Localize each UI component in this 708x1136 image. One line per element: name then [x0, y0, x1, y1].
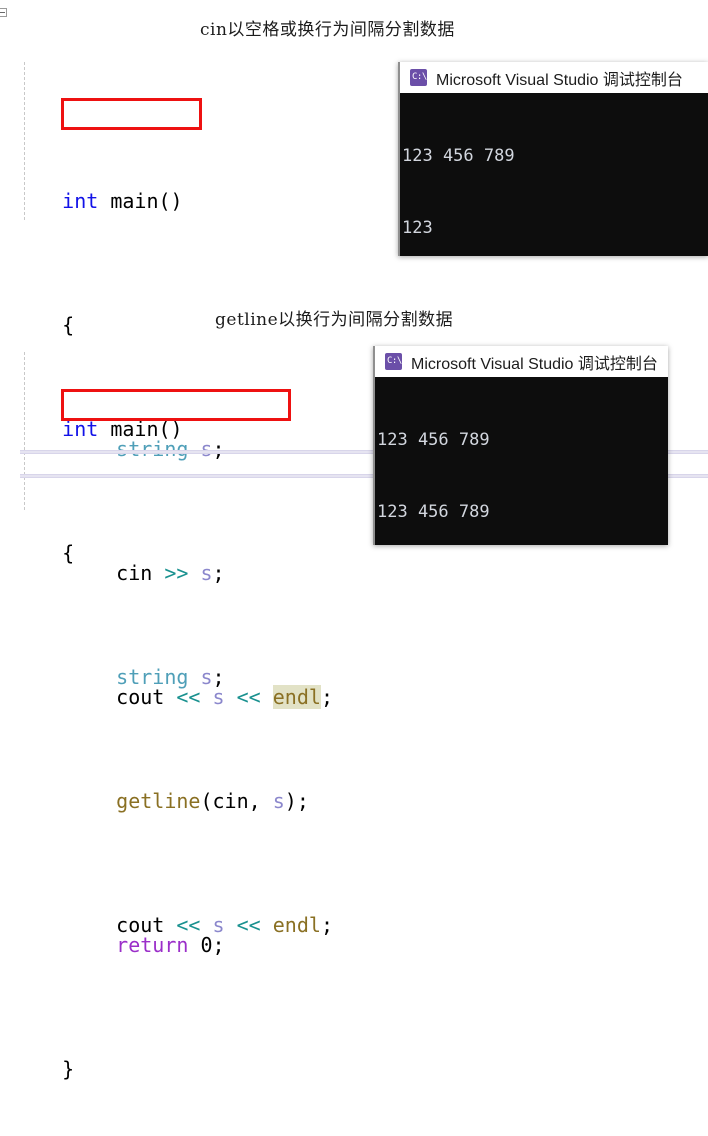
code-block-getline: int main() { string s; getline(cin, s); …: [0, 290, 420, 1136]
token-insertion-operator: <<: [176, 913, 201, 937]
token-string-type: string: [116, 665, 189, 689]
console-title: Microsoft Visual Studio 调试控制台: [436, 71, 683, 89]
token-var-s: s: [200, 665, 213, 689]
annotation-getline-note: getline以换行为间隔分割数据: [215, 310, 454, 330]
token-var-s: s: [212, 913, 225, 937]
console-app-icon-text: C:\: [387, 356, 402, 366]
token-main: main(): [98, 189, 183, 213]
token-getline: getline: [116, 789, 201, 813]
token-var-s: s: [272, 789, 285, 813]
console-window-left-edge: [373, 346, 375, 545]
token-paren-close: ): [284, 789, 297, 813]
token-main: main(): [98, 417, 183, 441]
console-titlebar[interactable]: C:\ Microsoft Visual Studio 调试控制台: [398, 62, 708, 93]
annotation-cin-note: cin以空格或换行为间隔分割数据: [200, 20, 455, 40]
token-semicolon: ;: [320, 913, 333, 937]
code-line-cout-print: cout << s << endl;: [0, 879, 420, 937]
console-window-getline[interactable]: C:\ Microsoft Visual Studio 调试控制台 123 45…: [373, 346, 668, 545]
console-app-icon: C:\: [385, 353, 402, 370]
console-output-area[interactable]: 123 456 789 123 456 789 D:\2022code\2.11…: [373, 377, 662, 545]
console-window-cin[interactable]: C:\ Microsoft Visual Studio 调试控制台 123 45…: [398, 62, 708, 256]
token-paren-open: (: [200, 789, 213, 813]
code-line-main-signature: int main(): [0, 383, 420, 441]
console-window-left-edge: [398, 62, 400, 256]
token-blank: [62, 1037, 74, 1061]
indent-guide-line: [24, 352, 25, 510]
token-comma: ,: [248, 789, 273, 813]
console-output-line: 123 456 789: [402, 146, 515, 166]
code-line-blank: [0, 1003, 420, 1034]
code-line-open-brace: {: [0, 507, 420, 565]
indent-guide-line: [24, 62, 25, 220]
token-cout: cout: [116, 913, 165, 937]
token-endl: endl: [272, 913, 321, 937]
console-output-line: 123 456 789: [377, 502, 490, 522]
console-output-area[interactable]: 123 456 789 123 D:\2022code\2.11\Debug\2…: [398, 93, 708, 256]
outlining-collapse-marker[interactable]: [0, 8, 7, 17]
code-line-return: return 0;: [0, 1127, 420, 1136]
console-app-icon-text: C:\: [412, 72, 427, 82]
console-title: Microsoft Visual Studio 调试控制台: [411, 355, 658, 373]
console-output-line: 123 456 789: [377, 430, 490, 450]
token-insertion-operator: <<: [236, 913, 261, 937]
code-line-string-decl: string s;: [0, 631, 420, 689]
token-semicolon: ;: [296, 789, 309, 813]
token-int: int: [62, 189, 99, 213]
token-semicolon: ;: [212, 665, 225, 689]
token-int: int: [62, 417, 99, 441]
console-output-line: 123: [402, 218, 433, 238]
token-cin: cin: [212, 789, 249, 813]
token-open-brace: {: [62, 541, 75, 565]
code-line-main-signature: int main(): [0, 155, 420, 213]
console-titlebar[interactable]: C:\ Microsoft Visual Studio 调试控制台: [373, 346, 668, 377]
code-line-getline-call: getline(cin, s);: [0, 755, 420, 813]
console-app-icon: C:\: [410, 69, 427, 86]
